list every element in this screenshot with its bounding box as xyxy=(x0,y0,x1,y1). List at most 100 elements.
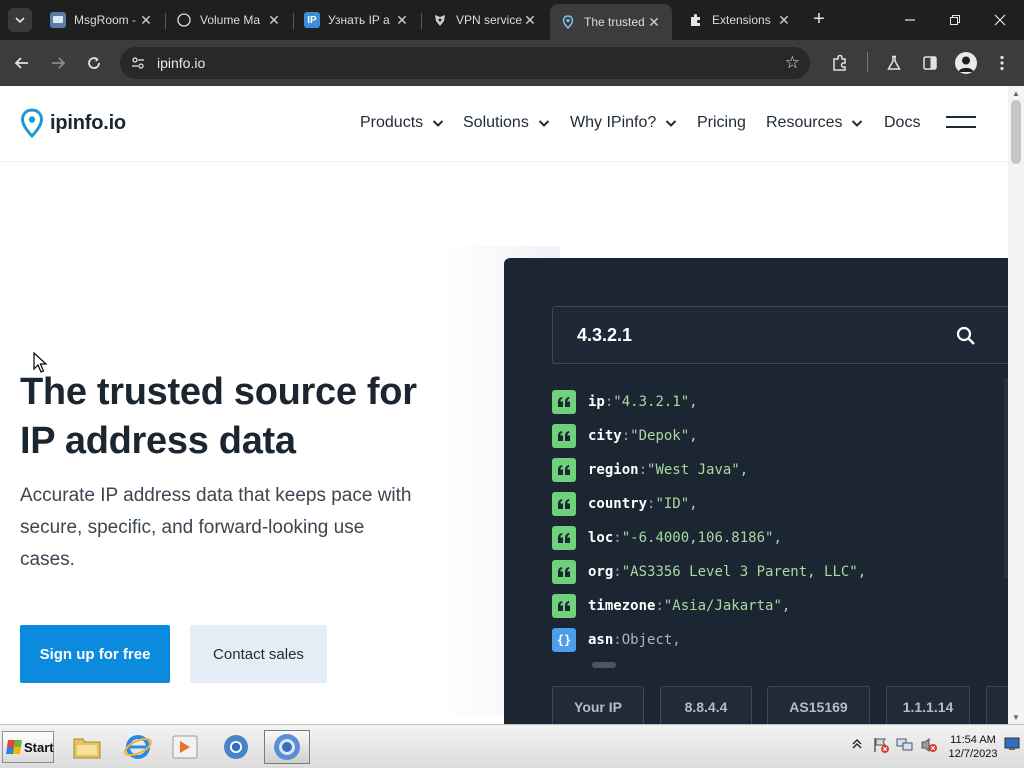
scroll-indicator[interactable] xyxy=(592,662,616,668)
nav-docs[interactable]: Docs xyxy=(884,114,920,132)
chip-your-ip[interactable]: Your IP xyxy=(552,686,644,724)
reload-button[interactable] xyxy=(80,49,108,77)
tray-expand-icon[interactable] xyxy=(851,737,869,753)
scroll-down-icon[interactable]: ▼ xyxy=(1012,713,1020,722)
contact-sales-button[interactable]: Contact sales xyxy=(190,625,327,683)
tab-close-icon[interactable]: ✕ xyxy=(138,12,154,29)
json-key: timezone xyxy=(588,598,656,614)
ie-taskbar-button[interactable] xyxy=(119,730,157,764)
menu-button[interactable] xyxy=(988,49,1016,77)
restore-button[interactable] xyxy=(933,0,977,40)
ip-input-value[interactable]: 4.3.2.1 xyxy=(577,325,632,346)
nav-label: Pricing xyxy=(697,114,746,131)
quote-icon xyxy=(552,526,576,550)
site-logo[interactable]: ipinfo.io xyxy=(20,108,126,138)
new-tab-button[interactable]: + xyxy=(808,8,830,32)
scrollbar-thumb[interactable] xyxy=(1011,100,1021,164)
reload-icon xyxy=(88,57,100,69)
media-player-icon xyxy=(172,735,198,759)
arrow-right-icon xyxy=(52,57,66,69)
chevron-down-icon xyxy=(431,116,445,130)
nav-pricing[interactable]: Pricing xyxy=(697,114,746,132)
json-row-org: org: "AS3356 Level 3 Parent, LLC", xyxy=(552,560,866,584)
browser-toolbar: ipinfo.io ☆ xyxy=(0,40,1024,86)
media-player-taskbar-button[interactable] xyxy=(166,730,204,764)
chip-8-8-4-4[interactable]: 8.8.4.4 xyxy=(660,686,752,724)
tab-close-icon[interactable]: ✕ xyxy=(394,12,410,29)
extensions-button[interactable] xyxy=(826,49,854,77)
volume-muted-icon[interactable] xyxy=(920,737,938,753)
clock-date: 12/7/2023 xyxy=(948,748,998,760)
nav-solutions[interactable]: Solutions xyxy=(463,114,551,132)
os-taskbar: Start xyxy=(0,724,1024,768)
chrome-icon xyxy=(224,735,248,759)
site-settings-icon[interactable] xyxy=(130,55,146,71)
hero-subtitle: Accurate IP address data that keeps pace… xyxy=(20,485,412,570)
url-text[interactable]: ipinfo.io xyxy=(157,55,205,71)
address-bar[interactable]: ipinfo.io ☆ xyxy=(120,47,810,79)
close-icon xyxy=(994,14,1006,26)
json-key: country xyxy=(588,496,648,512)
page-scrollbar[interactable]: ▲ ▼ xyxy=(1008,86,1024,724)
sign-up-button[interactable]: Sign up for free xyxy=(20,625,170,683)
puzzle-icon xyxy=(833,54,846,71)
json-row-region: region: "West Java", xyxy=(552,458,748,482)
tab-close-icon[interactable]: ✕ xyxy=(646,14,662,31)
tab-close-icon[interactable]: ✕ xyxy=(776,12,792,29)
chip-1-1-1-14[interactable]: 1.1.1.14 xyxy=(886,686,970,724)
profile-avatar[interactable] xyxy=(955,52,977,74)
search-icon[interactable] xyxy=(955,325,977,347)
json-colon: : xyxy=(604,394,614,410)
chromium-taskbar-button-active[interactable] xyxy=(264,730,310,764)
json-value: "AS3356 Level 3 Parent, LLC", xyxy=(621,564,867,580)
system-clock[interactable]: 11:54 AM 12/7/2023 xyxy=(946,733,1000,761)
quote-icon xyxy=(552,458,576,482)
labs-button[interactable] xyxy=(880,49,908,77)
json-value: "-6.4000,106.8186", xyxy=(621,530,782,546)
quote-icon xyxy=(552,492,576,516)
ip-icon: IP xyxy=(304,12,320,28)
show-desktop-icon[interactable] xyxy=(1004,737,1022,753)
start-button[interactable]: Start xyxy=(2,731,54,763)
ip-search-input[interactable]: 4.3.2.1 xyxy=(552,306,1008,364)
chip-next[interactable] xyxy=(986,686,1008,724)
tab-close-icon[interactable]: ✕ xyxy=(266,12,282,29)
action-center-icon[interactable] xyxy=(872,737,890,753)
nav-why-ipinfo[interactable]: Why IPinfo? xyxy=(570,114,678,132)
tab-title: Узнать IP а xyxy=(328,13,390,27)
browser-tab[interactable]: VPN service ✕ xyxy=(422,4,548,36)
bookmark-star-icon[interactable]: ☆ xyxy=(785,53,800,73)
browser-tab[interactable]: MsgRoom - ✕ xyxy=(40,4,164,36)
json-row-ip: ip: "4.3.2.1", xyxy=(552,390,698,414)
forward-button[interactable] xyxy=(44,49,72,77)
network-icon[interactable] xyxy=(896,737,914,753)
internet-explorer-icon xyxy=(124,735,152,759)
tab-title: Volume Ma xyxy=(200,13,261,27)
tab-close-icon[interactable]: ✕ xyxy=(522,12,538,29)
json-colon: : xyxy=(655,598,664,614)
nav-products[interactable]: Products xyxy=(360,114,445,132)
scroll-up-icon[interactable]: ▲ xyxy=(1012,89,1020,98)
side-panel-button[interactable] xyxy=(916,49,944,77)
json-value[interactable]: Object, xyxy=(622,632,681,648)
user-icon xyxy=(958,56,974,72)
browser-tab-active[interactable]: The trusted ✕ xyxy=(550,4,672,40)
nav-resources[interactable]: Resources xyxy=(766,114,864,132)
browser-tab[interactable]: Volume Ma ✕ xyxy=(166,4,292,36)
tab-search-button[interactable] xyxy=(8,8,32,32)
browser-tab[interactable]: Extensions ✕ xyxy=(678,4,802,36)
flask-icon xyxy=(887,55,901,70)
minimize-button[interactable] xyxy=(888,0,932,40)
browser-tab[interactable]: IP Узнать IP а ✕ xyxy=(294,4,420,36)
minimize-icon xyxy=(905,19,915,21)
json-row-country: country: "ID", xyxy=(552,492,698,516)
chrome-taskbar-button[interactable] xyxy=(217,730,255,764)
clock-time: 11:54 AM xyxy=(950,734,996,746)
hamburger-menu-icon[interactable] xyxy=(946,116,976,130)
back-button[interactable] xyxy=(8,49,36,77)
browser-tab-strip: MsgRoom - ✕ Volume Ma ✕ IP Узнать IP а ✕… xyxy=(0,0,1024,40)
chip-as15169[interactable]: AS15169 xyxy=(767,686,870,724)
close-window-button[interactable] xyxy=(978,0,1022,40)
chromium-icon xyxy=(274,734,300,760)
explorer-taskbar-button[interactable] xyxy=(68,730,106,764)
